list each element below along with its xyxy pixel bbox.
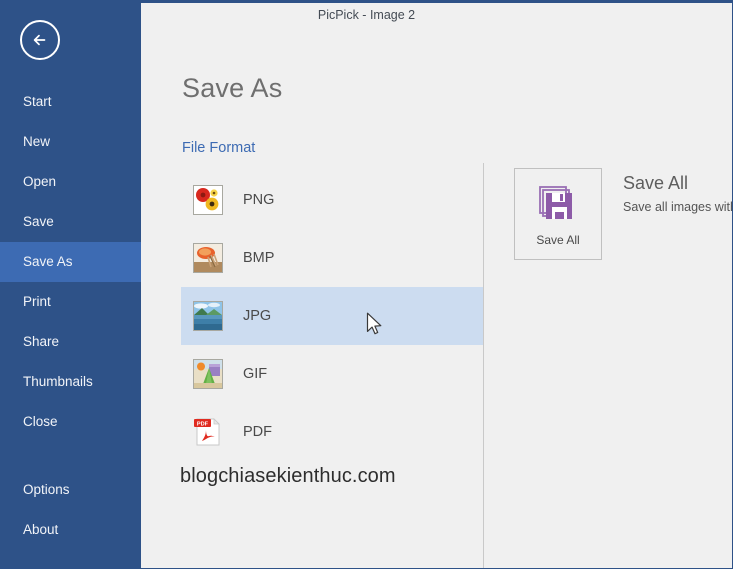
- sidebar-item-open[interactable]: Open: [0, 162, 141, 202]
- svg-text:PDF: PDF: [197, 421, 209, 427]
- sidebar-item-label: Thumbnails: [23, 374, 93, 389]
- png-image-icon: [193, 185, 223, 215]
- save-all-floppy-icon: [536, 185, 580, 225]
- sidebar-nav: Start New Open Save Save As Print Share …: [0, 82, 141, 550]
- title-bar: PicPick - Image 2: [141, 3, 732, 29]
- bmp-image-icon: [193, 243, 223, 273]
- format-label: PNG: [243, 192, 275, 208]
- file-format-section-label: File Format: [182, 140, 256, 156]
- save-all-description: Save all images with: [623, 200, 733, 214]
- sidebar-item-save-as[interactable]: Save As: [0, 242, 141, 282]
- format-label: JPG: [243, 308, 272, 324]
- picpick-backstage-window: Start New Open Save Save As Print Share …: [0, 0, 733, 569]
- sidebar-item-share[interactable]: Share: [0, 322, 141, 362]
- sidebar-item-close[interactable]: Close: [0, 402, 141, 442]
- sidebar-item-save[interactable]: Save: [0, 202, 141, 242]
- content-area: PicPick - Image 2 Save As File Format PN…: [141, 3, 733, 569]
- format-row-bmp[interactable]: BMP: [181, 229, 483, 287]
- save-all-button[interactable]: Save All: [514, 168, 602, 260]
- sidebar-item-label: Save As: [23, 254, 73, 269]
- format-row-gif[interactable]: GIF: [181, 345, 483, 403]
- sidebar-item-label: Start: [23, 94, 52, 109]
- sidebar-item-label: Save: [23, 214, 54, 229]
- sidebar-item-label: Share: [23, 334, 60, 349]
- sidebar-item-thumbnails[interactable]: Thumbnails: [0, 362, 141, 402]
- gif-image-icon: [193, 359, 223, 389]
- sidebar-item-start[interactable]: Start: [0, 82, 141, 122]
- format-row-jpg[interactable]: JPG: [181, 287, 483, 345]
- file-format-list: PNG BMP JPG GIF PDF PDF: [181, 171, 483, 461]
- format-row-png[interactable]: PNG: [181, 171, 483, 229]
- sidebar-item-label: New: [23, 134, 51, 149]
- sidebar-item-label: Close: [23, 414, 58, 429]
- window-border-top: [0, 0, 733, 3]
- format-row-pdf[interactable]: PDF PDF: [181, 403, 483, 461]
- panel-divider: [483, 163, 484, 569]
- page-title: Save As: [182, 73, 283, 103]
- sidebar-item-print[interactable]: Print: [0, 282, 141, 322]
- sidebar-item-label: About: [23, 522, 59, 537]
- format-label: GIF: [243, 366, 268, 382]
- sidebar: Start New Open Save Save As Print Share …: [0, 0, 141, 569]
- sidebar-item-options[interactable]: Options: [0, 470, 141, 510]
- save-all-info: Save All Save all images with: [623, 171, 733, 214]
- pdf-document-icon: PDF: [193, 417, 223, 447]
- back-button[interactable]: [20, 20, 60, 60]
- watermark-text: blogchiasekienthuc.com: [180, 465, 396, 487]
- sidebar-item-label: Open: [23, 174, 57, 189]
- sidebar-item-about[interactable]: About: [0, 510, 141, 550]
- sidebar-item-label: Options: [23, 482, 70, 497]
- back-arrow-icon: [29, 29, 51, 51]
- save-all-heading: Save All: [623, 173, 689, 193]
- sidebar-item-label: Print: [23, 294, 51, 309]
- save-all-button-caption: Save All: [536, 233, 580, 247]
- format-label: PDF: [243, 424, 272, 440]
- window-title: PicPick - Image 2: [317, 8, 416, 22]
- format-label: BMP: [243, 250, 275, 266]
- jpg-image-icon: [193, 301, 223, 331]
- sidebar-item-new[interactable]: New: [0, 122, 141, 162]
